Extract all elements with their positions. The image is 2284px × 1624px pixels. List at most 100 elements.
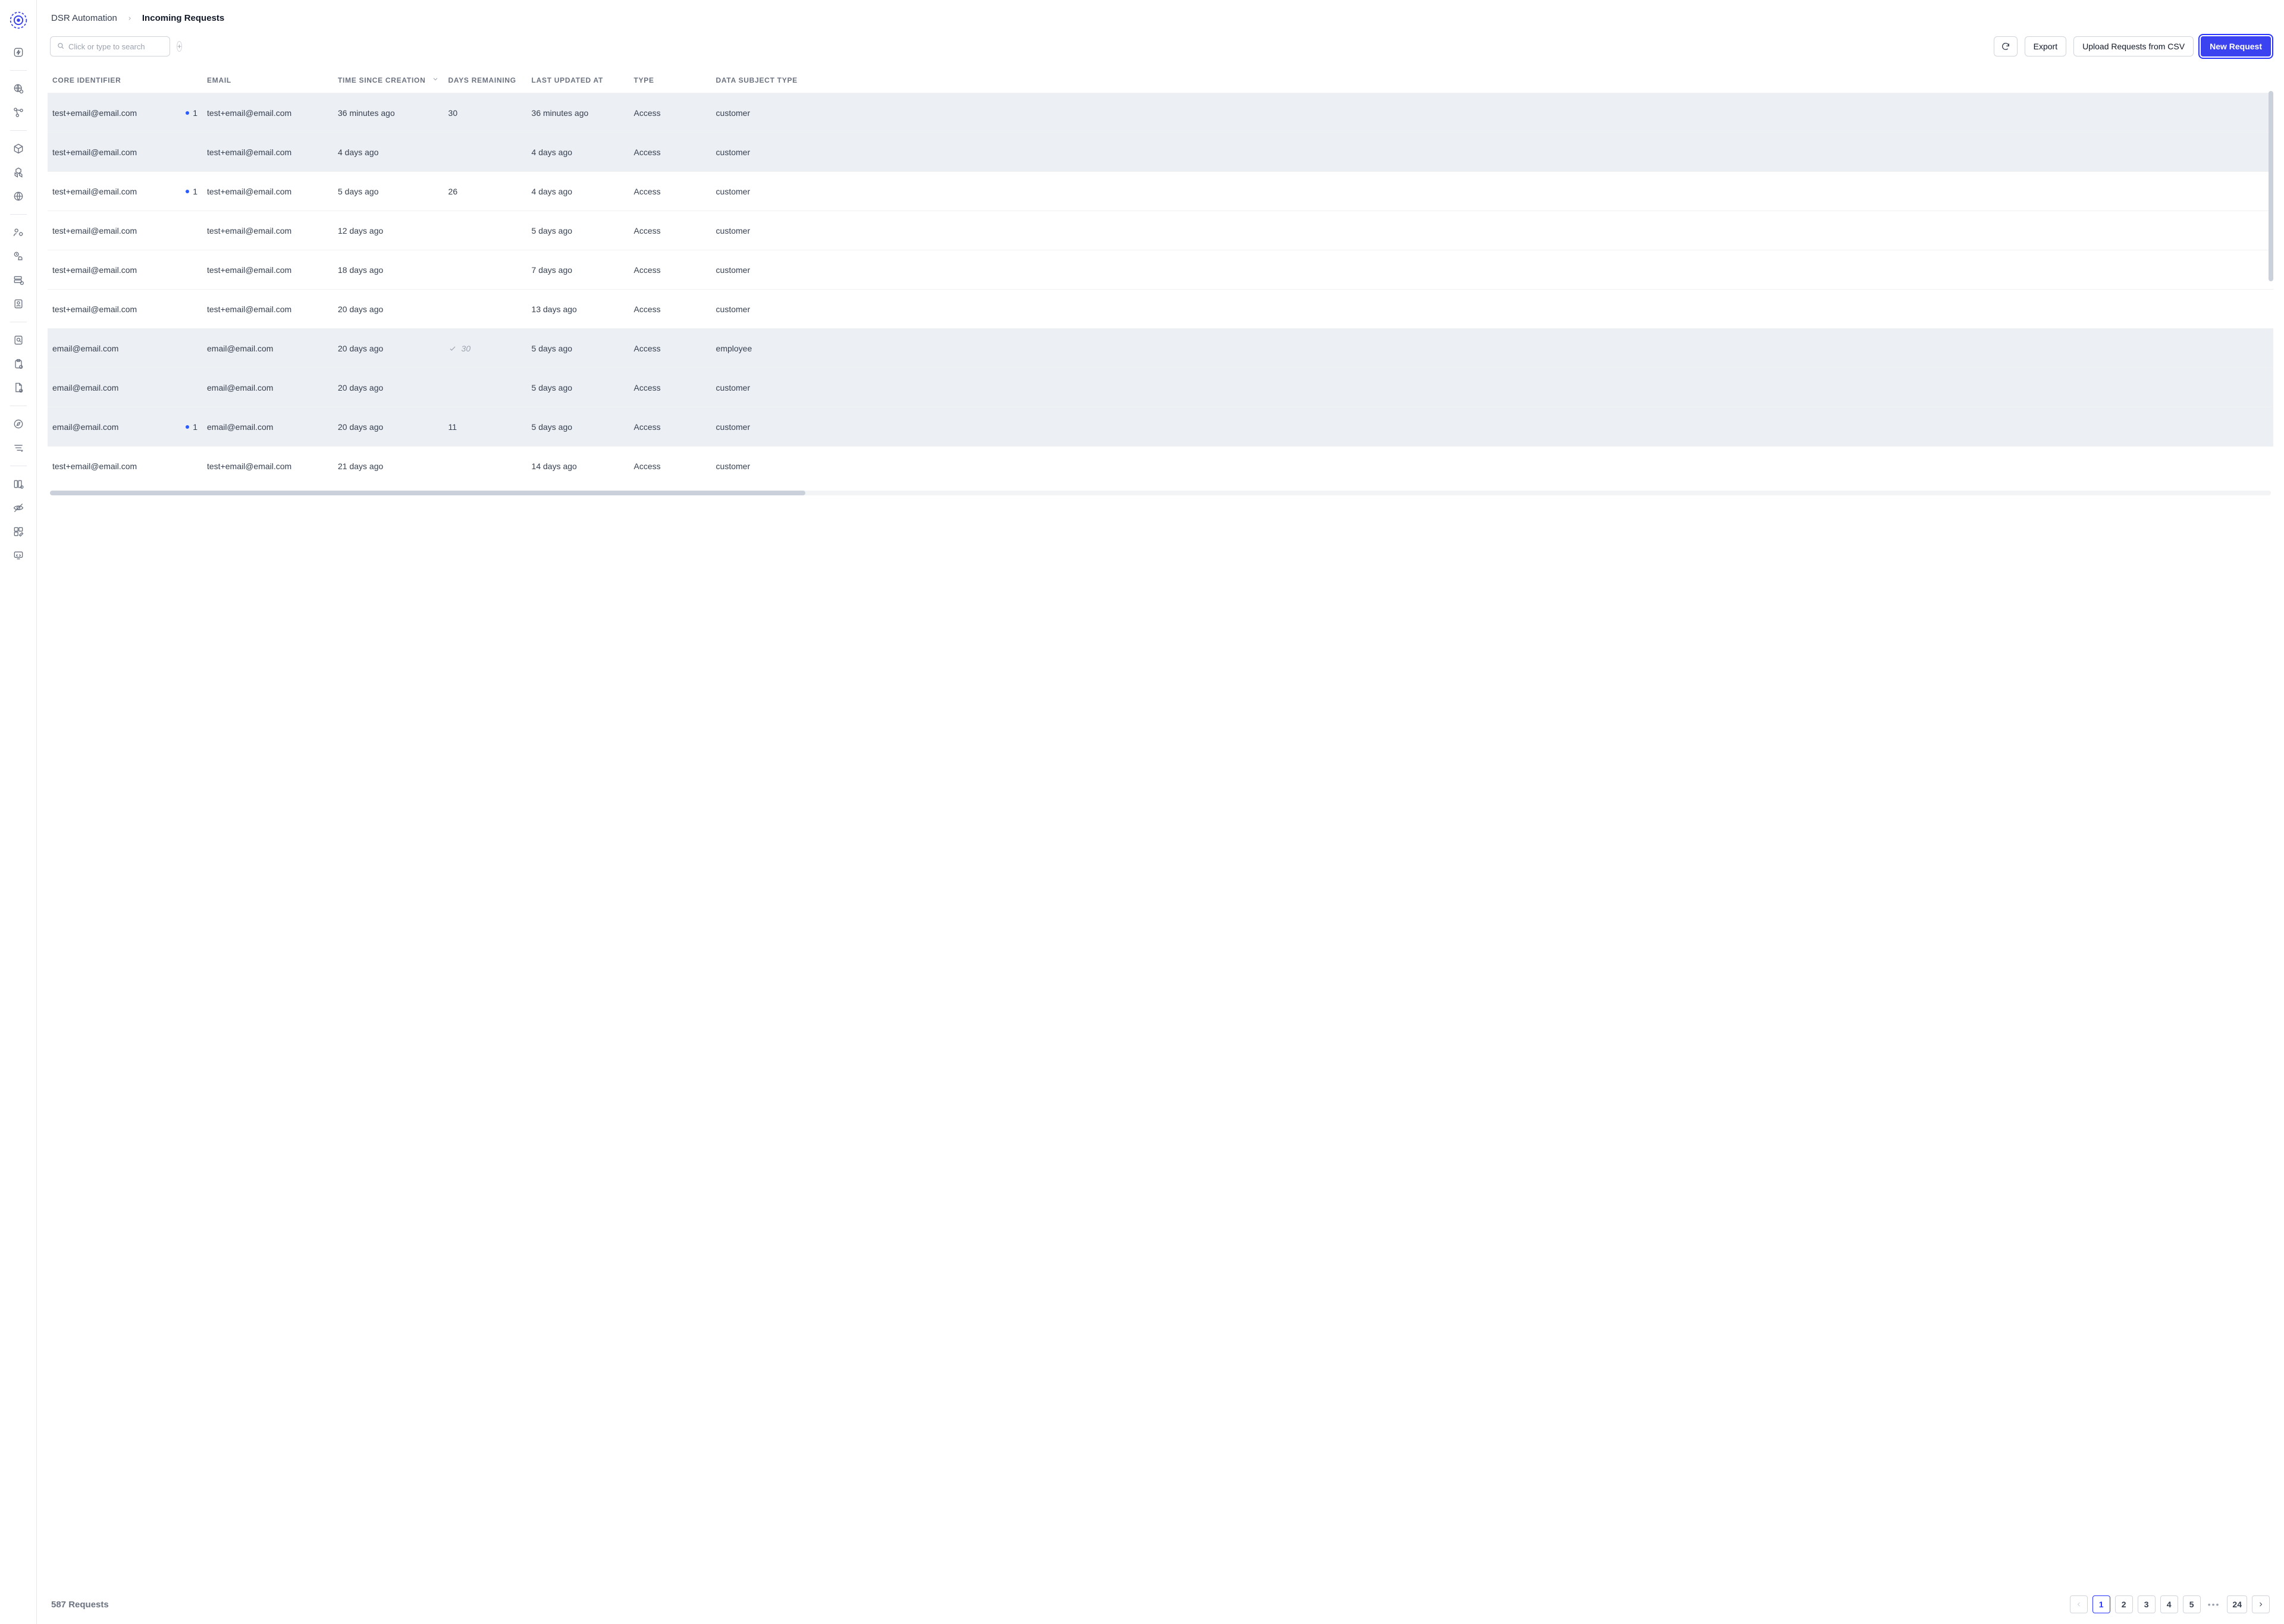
thumbs-up-clock-icon[interactable] [11, 249, 26, 263]
cell-days: 26 [444, 172, 527, 211]
page-prev[interactable] [2070, 1595, 2088, 1613]
search-doc-icon[interactable] [11, 333, 26, 347]
chevron-right-icon [2257, 1601, 2264, 1608]
chevron-down-icon [432, 76, 439, 84]
share-nodes-icon[interactable] [11, 105, 26, 120]
core-identifier: email@email.com [52, 383, 118, 392]
cell-updated: 4 days ago [527, 172, 629, 211]
globe-icon[interactable] [11, 189, 26, 203]
notification-badge: 1 [186, 187, 197, 196]
refresh-button[interactable] [1994, 36, 2018, 56]
table-row[interactable]: email@email.com1email@email.com20 days a… [48, 407, 2273, 447]
table-row[interactable]: test+email@email.comtest+email@email.com… [48, 447, 2273, 486]
vertical-scrollbar[interactable] [2269, 91, 2273, 281]
cell-subject: customer [711, 133, 2273, 172]
export-button[interactable]: Export [2025, 36, 2066, 56]
cell-updated: 36 minutes ago [527, 93, 629, 133]
toolbar: + Export Upload Requests from CSV New Re… [48, 30, 2273, 67]
main: DSR Automation Incoming Requests + Expor… [37, 0, 2284, 1624]
page-2[interactable]: 2 [2115, 1595, 2133, 1613]
separator [10, 214, 27, 215]
cube-icon[interactable] [11, 142, 26, 156]
core-identifier: test+email@email.com [52, 108, 137, 118]
cell-type: Access [629, 211, 711, 250]
cubes-icon[interactable] [11, 165, 26, 180]
columns-gear-icon[interactable] [11, 477, 26, 491]
notification-badge: 1 [186, 108, 197, 118]
table-row[interactable]: email@email.comemail@email.com20 days ag… [48, 329, 2273, 368]
cell-time: 12 days ago [333, 211, 444, 250]
cell-subject: employee [711, 329, 2273, 368]
cell-email: test+email@email.com [202, 172, 333, 211]
cell-email: test+email@email.com [202, 93, 333, 133]
table-row[interactable]: test+email@email.comtest+email@email.com… [48, 290, 2273, 329]
search-input[interactable] [68, 42, 173, 51]
cell-email: test+email@email.com [202, 290, 333, 329]
layout-edit-icon[interactable] [11, 524, 26, 539]
sidebar [0, 0, 37, 1624]
compass-icon[interactable] [11, 417, 26, 431]
horizontal-scrollbar[interactable] [50, 491, 2271, 495]
table-wrap: CORE IDENTIFIER EMAIL TIME SINCE CREATIO… [48, 67, 2273, 1582]
new-request-button[interactable]: New Request [2201, 36, 2271, 56]
col-days[interactable]: DAYS REMAINING [444, 67, 527, 93]
eye-off-icon[interactable] [11, 501, 26, 515]
table-row[interactable]: email@email.comemail@email.com20 days ag… [48, 368, 2273, 407]
server-gear-icon[interactable] [11, 273, 26, 287]
scrollbar-thumb[interactable] [50, 491, 805, 495]
cell-subject: customer [711, 172, 2273, 211]
cell-subject: customer [711, 407, 2273, 447]
dot-icon [186, 111, 189, 115]
core-identifier: test+email@email.com [52, 226, 137, 235]
core-identifier: email@email.com [52, 344, 118, 353]
logo-icon[interactable] [9, 11, 28, 30]
file-cancel-icon[interactable] [11, 381, 26, 395]
cell-time: 18 days ago [333, 250, 444, 290]
globe-gear-icon[interactable] [11, 81, 26, 96]
col-email[interactable]: EMAIL [202, 67, 333, 93]
page-3[interactable]: 3 [2138, 1595, 2156, 1613]
col-type[interactable]: TYPE [629, 67, 711, 93]
upload-csv-button[interactable]: Upload Requests from CSV [2073, 36, 2194, 56]
table-row[interactable]: test+email@email.com 1 test+email@email.co… [48, 93, 2273, 133]
core-identifier: test+email@email.com [52, 461, 137, 471]
code-monitor-icon[interactable] [11, 548, 26, 563]
filter-lines-icon[interactable] [11, 441, 26, 455]
search[interactable]: + [50, 36, 170, 56]
cell-time: 5 days ago [333, 172, 444, 211]
cell-email: test+email@email.com [202, 133, 333, 172]
cell-days [444, 290, 527, 329]
cell-email: email@email.com [202, 407, 333, 447]
users-gear-icon[interactable] [11, 225, 26, 240]
col-subject[interactable]: DATA SUBJECT TYPE [711, 67, 2273, 93]
add-filter-button[interactable]: + [177, 41, 182, 52]
col-time[interactable]: TIME SINCE CREATION [333, 67, 444, 93]
id-badge-icon[interactable] [11, 297, 26, 311]
table-row[interactable]: test+email@email.com1test+email@email.co… [48, 172, 2273, 211]
page-1[interactable]: 1 [2092, 1595, 2110, 1613]
table-row[interactable]: test+email@email.comtest+email@email.com… [48, 211, 2273, 250]
cell-type: Access [629, 407, 711, 447]
cell-time: 4 days ago [333, 133, 444, 172]
cell-days: 30 [444, 93, 527, 133]
page-4[interactable]: 4 [2160, 1595, 2178, 1613]
table-row[interactable]: test+email@email.comtest+email@email.com… [48, 250, 2273, 290]
chevron-right-icon [127, 14, 133, 23]
cell-updated: 13 days ago [527, 290, 629, 329]
cell-updated: 5 days ago [527, 368, 629, 407]
clipboard-check-icon[interactable] [11, 357, 26, 371]
bolt-icon[interactable] [11, 45, 26, 59]
page-next[interactable] [2252, 1595, 2270, 1613]
footer: 587 Requests 12345 ••• 24 [48, 1582, 2273, 1624]
page-last[interactable]: 24 [2227, 1595, 2247, 1613]
breadcrumb-current: Incoming Requests [142, 13, 224, 23]
breadcrumb-parent[interactable]: DSR Automation [51, 13, 117, 23]
cell-days [444, 250, 527, 290]
cell-time: 36 minutes ago [333, 93, 444, 133]
col-updated[interactable]: LAST UPDATED AT [527, 67, 629, 93]
page-5[interactable]: 5 [2183, 1595, 2201, 1613]
cell-time: 20 days ago [333, 329, 444, 368]
separator [10, 130, 27, 131]
table-row[interactable]: test+email@email.comtest+email@email.com… [48, 133, 2273, 172]
col-core[interactable]: CORE IDENTIFIER [48, 67, 202, 93]
